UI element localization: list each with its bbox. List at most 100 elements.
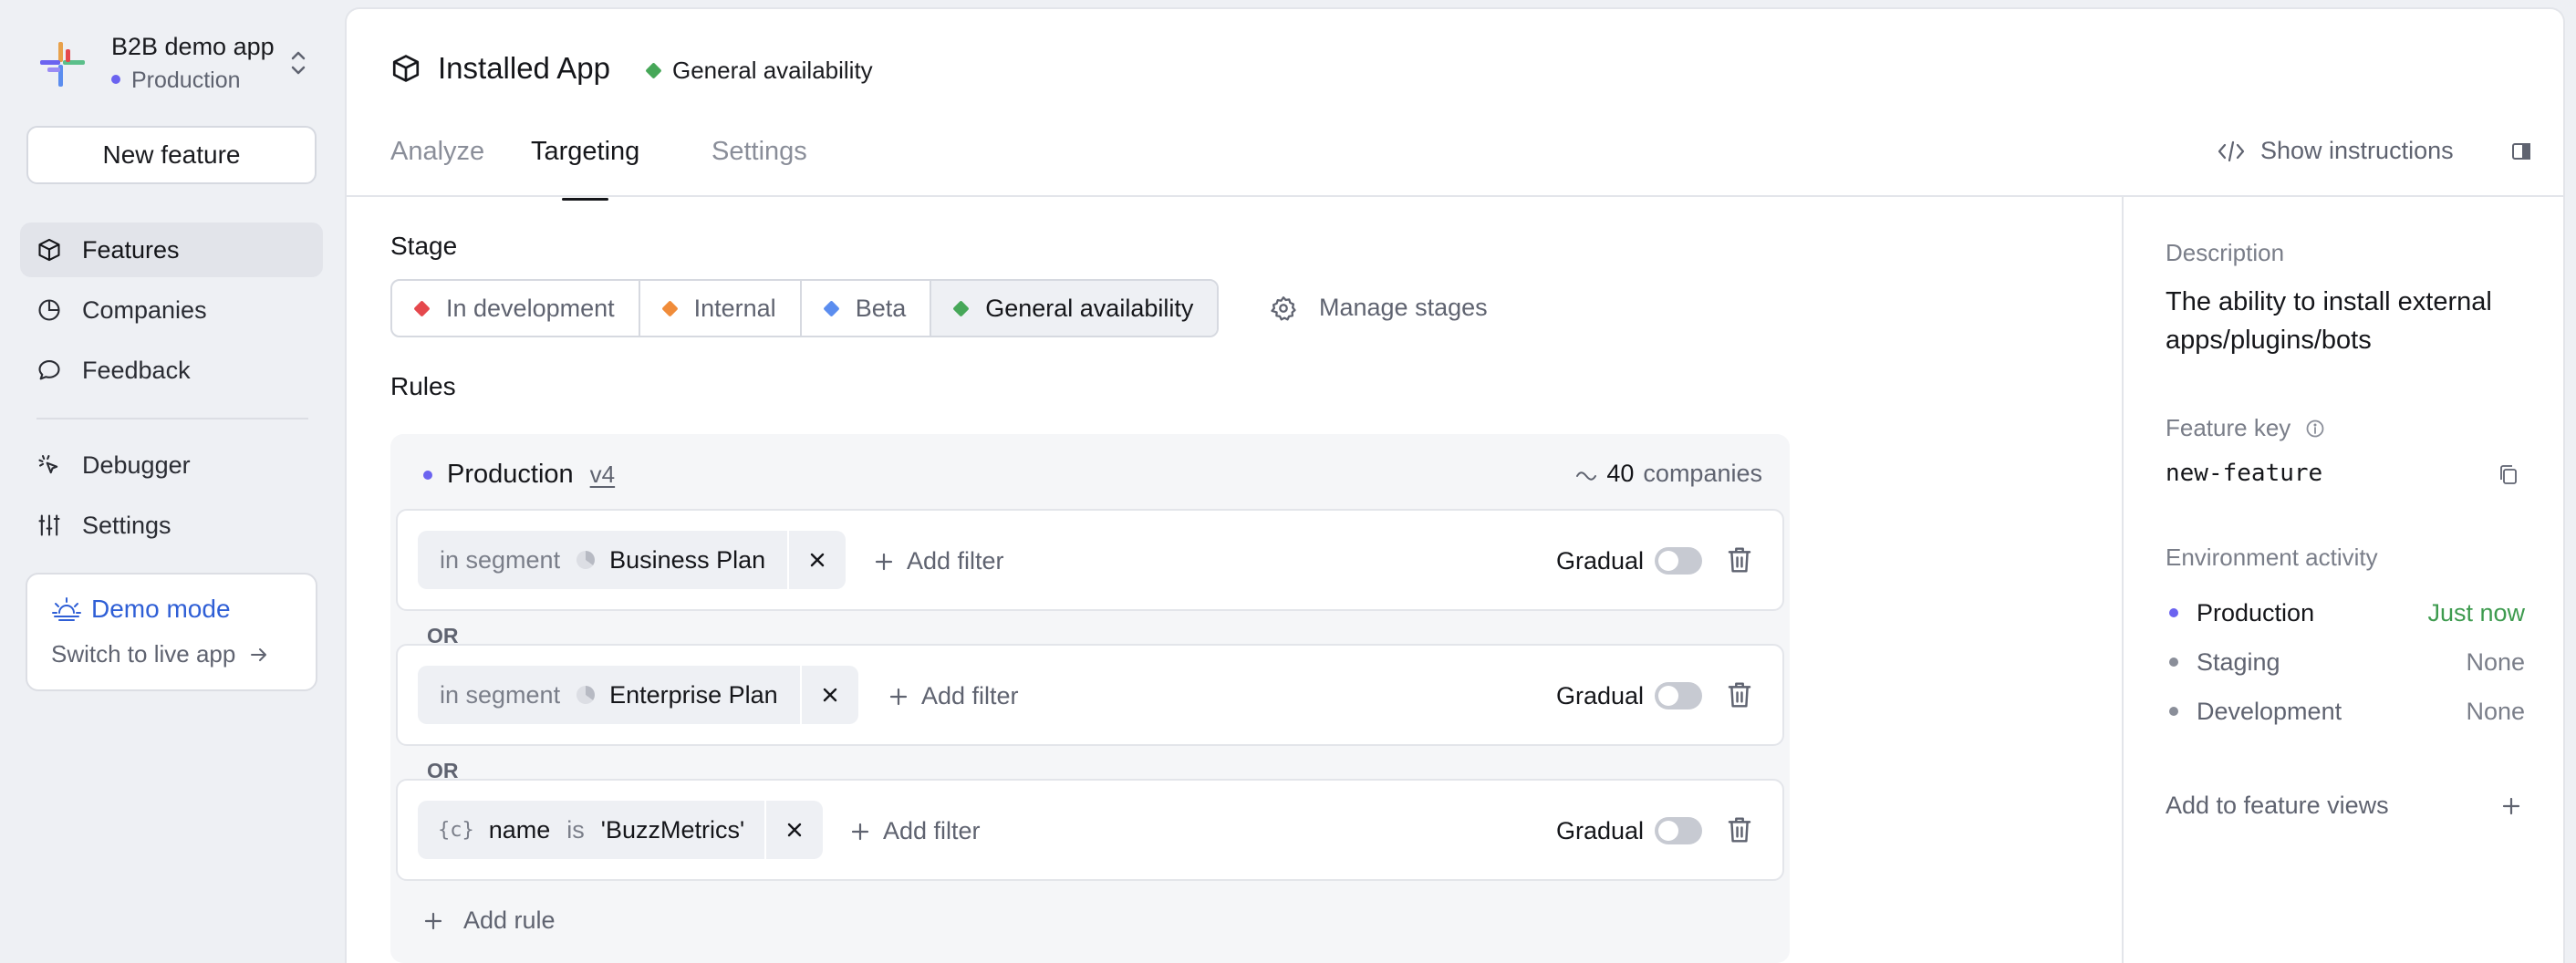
- app-environment-label: Production: [131, 67, 241, 93]
- environment-dot: [2169, 658, 2178, 667]
- add-filter-label: Add filter: [907, 547, 1004, 575]
- sunrise-icon: [52, 597, 81, 621]
- plus-icon: [424, 912, 442, 929]
- close-icon: [810, 553, 825, 567]
- stage-option-in-development[interactable]: In development: [392, 281, 640, 336]
- chat-bubble-icon: [38, 360, 60, 380]
- header-divider: [347, 195, 2563, 197]
- gradual-label: Gradual: [1556, 547, 1645, 575]
- companies-count-unit: companies: [1643, 460, 1762, 487]
- plus-icon: [875, 553, 893, 570]
- stage-option-label: General availability: [985, 294, 1194, 322]
- environment-activity: None: [2466, 647, 2525, 676]
- sidebar-item-features[interactable]: Features: [20, 223, 323, 277]
- stage-badge: General availability: [645, 57, 873, 85]
- filter-chip[interactable]: {c} name is 'BuzzMetrics': [418, 801, 824, 859]
- trash-icon[interactable]: [1726, 545, 1753, 575]
- stage-diamond-icon: [822, 299, 840, 317]
- pie-chart-icon: [38, 299, 60, 321]
- attribute-icon: {c}: [438, 818, 474, 842]
- show-instructions-button[interactable]: Show instructions: [2217, 137, 2454, 165]
- environment-row-production: Production Just now: [2169, 595, 2525, 631]
- stage-diamond-icon: [413, 299, 431, 317]
- trash-icon[interactable]: [1726, 680, 1753, 709]
- sliders-icon: [38, 514, 60, 536]
- add-to-feature-views-button[interactable]: Add to feature views: [2166, 792, 2521, 820]
- arrow-right-icon: [251, 647, 267, 661]
- tab-settings[interactable]: Settings: [712, 137, 807, 201]
- filter-chip-body: in segment Business Plan: [418, 531, 787, 589]
- sidebar-item-feedback[interactable]: Feedback: [20, 343, 323, 398]
- add-filter-button[interactable]: Add filter: [874, 547, 1004, 575]
- sidebar-item-companies[interactable]: Companies: [20, 283, 323, 337]
- filter-prefix: in segment: [440, 545, 561, 574]
- close-icon: [823, 688, 836, 702]
- manage-stages-label: Manage stages: [1319, 294, 1488, 321]
- gradual-toggle[interactable]: [1655, 547, 1702, 575]
- filter-value: Business Plan: [609, 545, 766, 574]
- filter-chip-body: {c} name is 'BuzzMetrics': [418, 801, 764, 859]
- environment-activity-label: Environment activity: [2166, 544, 2378, 571]
- trash-icon[interactable]: [1726, 815, 1753, 844]
- info-icon[interactable]: [2305, 419, 2325, 439]
- details-divider: [2122, 197, 2124, 963]
- close-icon: [787, 823, 802, 837]
- attribute-name: name: [488, 815, 551, 844]
- sidebar-item-label: Companies: [82, 295, 207, 324]
- cube-icon: [392, 55, 420, 82]
- environment-name: Development: [2197, 697, 2342, 725]
- environment-name: Production: [2197, 598, 2315, 626]
- environment-dot: [423, 470, 432, 480]
- new-feature-button[interactable]: New feature: [26, 126, 317, 184]
- filter-prefix: in segment: [440, 680, 561, 709]
- add-filter-button[interactable]: Add filter: [888, 682, 1019, 710]
- copy-icon[interactable]: [2498, 463, 2519, 487]
- tab-analyze[interactable]: Analyze: [390, 137, 484, 201]
- add-filter-label: Add filter: [883, 817, 981, 844]
- sidebar-divider: [36, 418, 308, 419]
- feature-key-label: Feature key: [2166, 414, 2325, 442]
- filter-chip[interactable]: in segment Enterprise Plan: [418, 666, 858, 724]
- plus-icon: [889, 688, 908, 705]
- add-filter-button[interactable]: Add filter: [850, 817, 981, 845]
- switch-to-live-link[interactable]: Switch to live app: [51, 640, 270, 668]
- show-instructions-label: Show instructions: [2260, 137, 2454, 164]
- segment-icon: [576, 551, 596, 569]
- manage-stages-button[interactable]: Manage stages: [1270, 294, 1488, 322]
- add-rule-button[interactable]: Add rule: [423, 906, 556, 935]
- remove-filter-button[interactable]: [787, 531, 846, 589]
- panel-toggle-icon[interactable]: [2510, 140, 2532, 162]
- description-label: Description: [2166, 239, 2285, 266]
- environment-name: Staging: [2197, 647, 2280, 676]
- page-title: Installed App: [390, 51, 610, 86]
- environment-row-staging: Staging None: [2169, 644, 2525, 680]
- filter-chip[interactable]: in segment Business Plan: [418, 531, 847, 589]
- rule-card: in segment Business Plan Add filter Grad…: [396, 509, 1784, 611]
- main-panel: Installed App General availability Analy…: [345, 7, 2565, 963]
- sidebar-item-debugger[interactable]: Debugger: [20, 438, 323, 492]
- gradual-toggle[interactable]: [1655, 682, 1702, 709]
- rule-card: {c} name is 'BuzzMetrics' Add filter Gra…: [396, 779, 1784, 881]
- tab-targeting[interactable]: Targeting: [531, 137, 639, 201]
- gradual-toggle[interactable]: [1655, 817, 1702, 844]
- sidebar-item-settings[interactable]: Settings: [20, 498, 323, 553]
- stage-option-beta[interactable]: Beta: [802, 281, 932, 336]
- attribute-value: 'BuzzMetrics': [600, 815, 745, 844]
- remove-filter-button[interactable]: [799, 666, 858, 724]
- stage-option-internal[interactable]: Internal: [640, 281, 802, 336]
- page-title-text: Installed App: [438, 51, 610, 85]
- filter-value: Enterprise Plan: [609, 680, 778, 709]
- filter-chip-body: in segment Enterprise Plan: [418, 666, 800, 724]
- sidebar-item-label: Features: [82, 235, 180, 264]
- stage-diamond-icon: [660, 299, 679, 317]
- remove-filter-button[interactable]: [764, 801, 823, 859]
- stage-option-general-availability[interactable]: General availability: [931, 281, 1218, 336]
- app-logo-icon: [40, 42, 85, 87]
- plus-icon: [851, 823, 869, 840]
- environment-dot: [111, 75, 120, 85]
- version-link[interactable]: v4: [590, 461, 615, 489]
- stage-badge-label: General availability: [672, 57, 873, 84]
- stage-option-label: Internal: [693, 294, 776, 322]
- app-switcher[interactable]: B2B demo app Production: [40, 29, 314, 98]
- environment-activity: None: [2466, 697, 2525, 725]
